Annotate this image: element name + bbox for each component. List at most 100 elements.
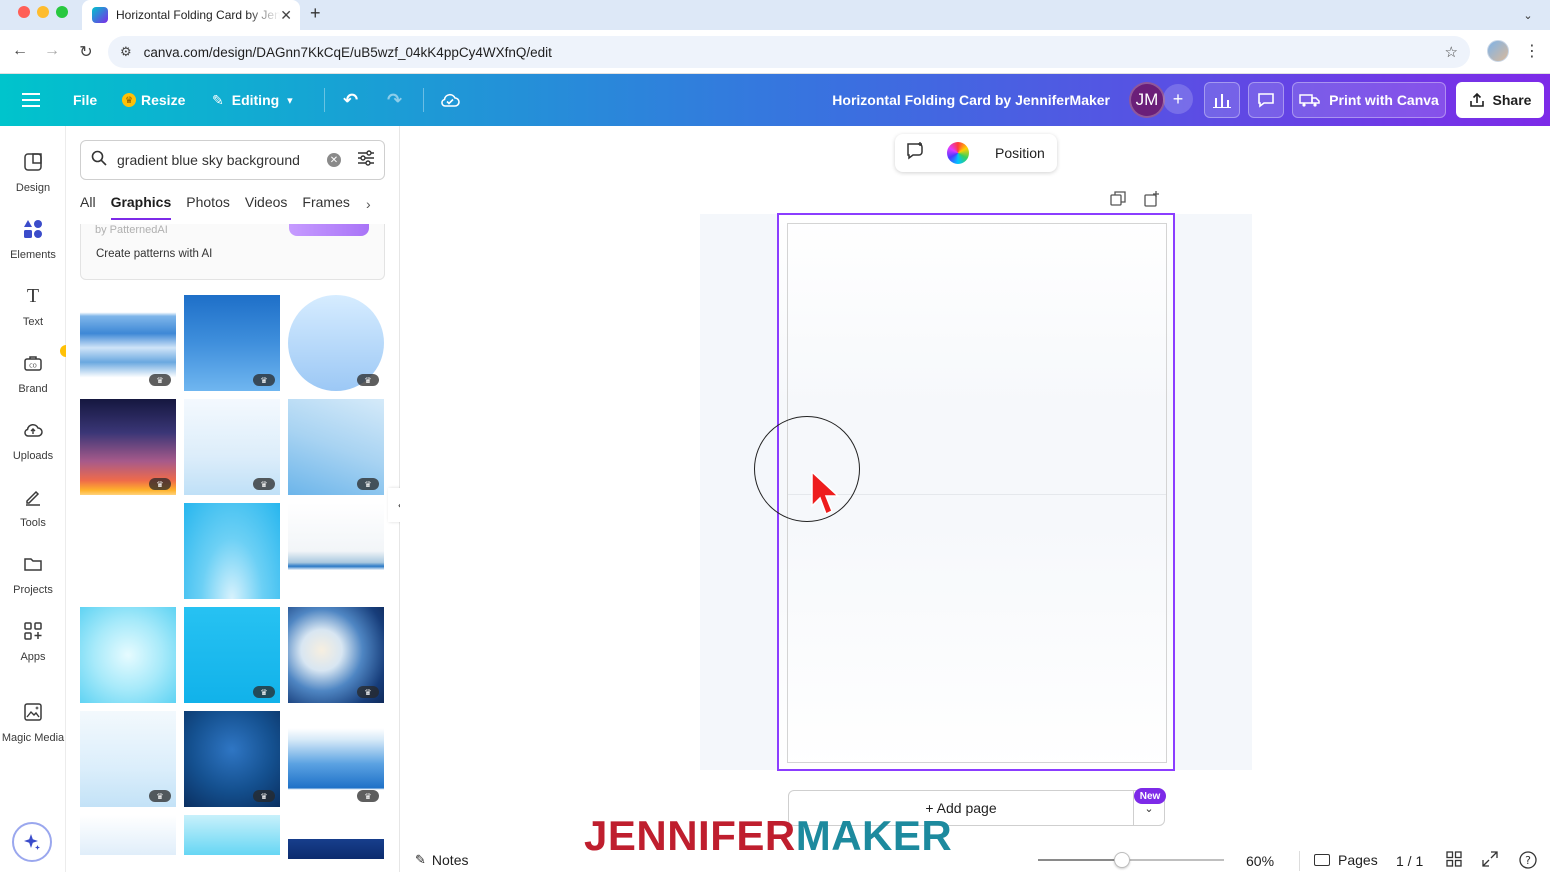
elements-panel: ✕ All Graphics Photos Videos Frames › by… (66, 126, 400, 872)
tab-photos[interactable]: Photos (186, 194, 230, 222)
patterned-ai-card[interactable]: by PatternedAI Create patterns with AI (80, 224, 385, 280)
search-input[interactable] (117, 152, 317, 168)
zoom-slider-handle[interactable] (1113, 852, 1130, 868)
share-button[interactable]: Share (1456, 82, 1544, 118)
rail-item-magic-media[interactable]: Magic Media (0, 698, 66, 758)
watermark-jennifer: JENNIFER (584, 812, 796, 859)
zoom-slider[interactable] (1038, 852, 1224, 868)
tab-videos[interactable]: Videos (245, 194, 288, 222)
thumb-partial-cyan[interactable] (184, 815, 280, 855)
thumb-blue-gradient-square[interactable]: ♛ (184, 295, 280, 391)
search-box[interactable]: ✕ (80, 140, 385, 180)
thumb-pale-blue-gradient[interactable]: ♛ (184, 399, 280, 495)
thumb-white-blue-soft[interactable]: ♛ (80, 711, 176, 807)
new-tab-button[interactable]: + (310, 3, 321, 24)
header-divider (423, 88, 424, 112)
thumb-watercolor-clouds[interactable]: ♛ (288, 607, 384, 703)
canva-favicon-icon (92, 7, 108, 23)
duplicate-page-icon[interactable] (1110, 191, 1126, 210)
pro-crown-icon: ♛ (357, 686, 379, 698)
notes-button[interactable]: ✎ Notes (415, 852, 468, 868)
thumb-light-blue-circle[interactable]: ♛ (288, 295, 384, 391)
thumb-deep-blue-radial[interactable]: ♛ (184, 711, 280, 807)
url-omnibox[interactable]: ⚙ canva.com/design/DAGnn7KkCqE/uB5wzf_04… (108, 36, 1470, 68)
tab-frames[interactable]: Frames (302, 194, 349, 222)
resize-button[interactable]: ♛ Resize (122, 74, 185, 126)
add-page-icon[interactable] (1144, 191, 1160, 210)
print-with-canva-button[interactable]: Print with Canva (1292, 82, 1446, 118)
thumb-aqua-haze[interactable] (80, 607, 176, 703)
crown-icon: ♛ (122, 93, 136, 107)
invite-plus-button[interactable]: + (1163, 84, 1193, 114)
help-question-icon[interactable]: ? (1519, 851, 1537, 872)
rail-item-apps[interactable]: Apps (0, 617, 66, 677)
tab-close-icon[interactable]: ✕ (280, 7, 292, 24)
thumb-white-blue-fade[interactable] (288, 503, 384, 599)
user-avatar[interactable]: JM (1129, 82, 1165, 118)
redo-icon[interactable]: ↷ (387, 74, 402, 126)
pro-crown-icon: ♛ (253, 374, 275, 386)
comments-button[interactable] (1248, 82, 1284, 118)
add-comment-icon[interactable] (905, 141, 925, 165)
rail-label: Design (15, 182, 51, 194)
browser-tab[interactable]: Horizontal Folding Card by JenniferMaker… (82, 0, 300, 30)
cloud-saved-icon[interactable] (440, 74, 460, 126)
rail-item-elements[interactable]: Elements (0, 215, 66, 275)
thumb-cyan-gradient[interactable] (184, 503, 280, 599)
design-title[interactable]: Horizontal Folding Card by JenniferMaker (790, 74, 1110, 126)
rail-item-projects[interactable]: Projects (0, 550, 66, 610)
back-arrow-icon[interactable]: ← (10, 42, 30, 60)
window-zoom-button[interactable] (56, 6, 68, 18)
rail-label: Tools (20, 517, 46, 529)
window-minimize-button[interactable] (37, 6, 49, 18)
thumb-bright-cyan[interactable]: ♛ (184, 607, 280, 703)
profile-avatar[interactable] (1487, 40, 1509, 62)
reload-icon[interactable]: ↻ (76, 42, 96, 62)
rail-item-design[interactable]: Design (0, 148, 66, 208)
url-text[interactable]: canva.com/design/DAGnn7KkCqE/uB5wzf_04kK… (144, 45, 552, 60)
color-picker-icon[interactable] (947, 142, 969, 164)
pro-crown-icon: ♛ (253, 686, 275, 698)
watermark-maker: MAKER (795, 812, 953, 859)
file-menu-button[interactable]: File (73, 74, 97, 126)
projects-icon (21, 552, 45, 576)
rail-item-uploads[interactable]: Uploads (0, 416, 66, 476)
pro-crown-icon: ♛ (357, 374, 379, 386)
mouse-cursor-icon (811, 470, 840, 516)
thumb-soft-blue-gradient[interactable]: ♛ (288, 399, 384, 495)
pages-button[interactable]: Pages (1314, 852, 1378, 868)
bookmark-star-icon[interactable]: ☆ (1445, 43, 1458, 61)
bar-chart-icon (1213, 94, 1231, 108)
thumb-partial-clouds[interactable] (80, 815, 176, 855)
thumb-sunset-gradient[interactable]: ♛ (80, 399, 176, 495)
browser-menu-icon[interactable]: ⋮ (1524, 41, 1540, 61)
window-close-button[interactable] (18, 6, 30, 18)
rail-label: Text (22, 316, 44, 328)
forward-arrow-icon[interactable]: → (42, 42, 62, 60)
filter-sliders-icon[interactable] (357, 150, 375, 171)
clear-search-icon[interactable]: ✕ (327, 153, 341, 167)
fullscreen-expand-icon[interactable] (1482, 851, 1498, 871)
tab-search-chevron-icon[interactable]: ⌄ (1518, 5, 1538, 25)
site-settings-icon[interactable]: ⚙ (120, 44, 132, 60)
tab-all[interactable]: All (80, 194, 96, 222)
thumb-blue-horizon[interactable]: ♛ (288, 711, 384, 807)
tools-icon (21, 485, 45, 509)
zoom-percentage[interactable]: 60% (1246, 853, 1274, 869)
grid-view-icon[interactable] (1446, 851, 1462, 871)
pattern-open-pill[interactable] (289, 224, 369, 236)
tabs-scroll-chevron-icon[interactable]: › (366, 196, 371, 212)
tab-graphics[interactable]: Graphics (110, 194, 171, 222)
thumb-partial-navy[interactable] (288, 839, 384, 859)
rail-item-text[interactable]: T Text (0, 282, 66, 342)
undo-icon[interactable]: ↶ (343, 74, 358, 126)
magic-sparkle-button[interactable] (12, 822, 52, 862)
thumb-clouds-sky[interactable]: ♛ (80, 295, 176, 391)
rail-item-brand[interactable]: CO Brand (0, 345, 72, 409)
position-button[interactable]: Position (995, 145, 1045, 161)
editing-mode-button[interactable]: ✎ Editing ▾ (212, 74, 293, 126)
insights-chart-button[interactable] (1204, 82, 1240, 118)
page-counter: 1 / 1 (1396, 853, 1424, 869)
rail-item-tools[interactable]: Tools (0, 483, 66, 543)
hamburger-icon[interactable] (22, 74, 40, 126)
